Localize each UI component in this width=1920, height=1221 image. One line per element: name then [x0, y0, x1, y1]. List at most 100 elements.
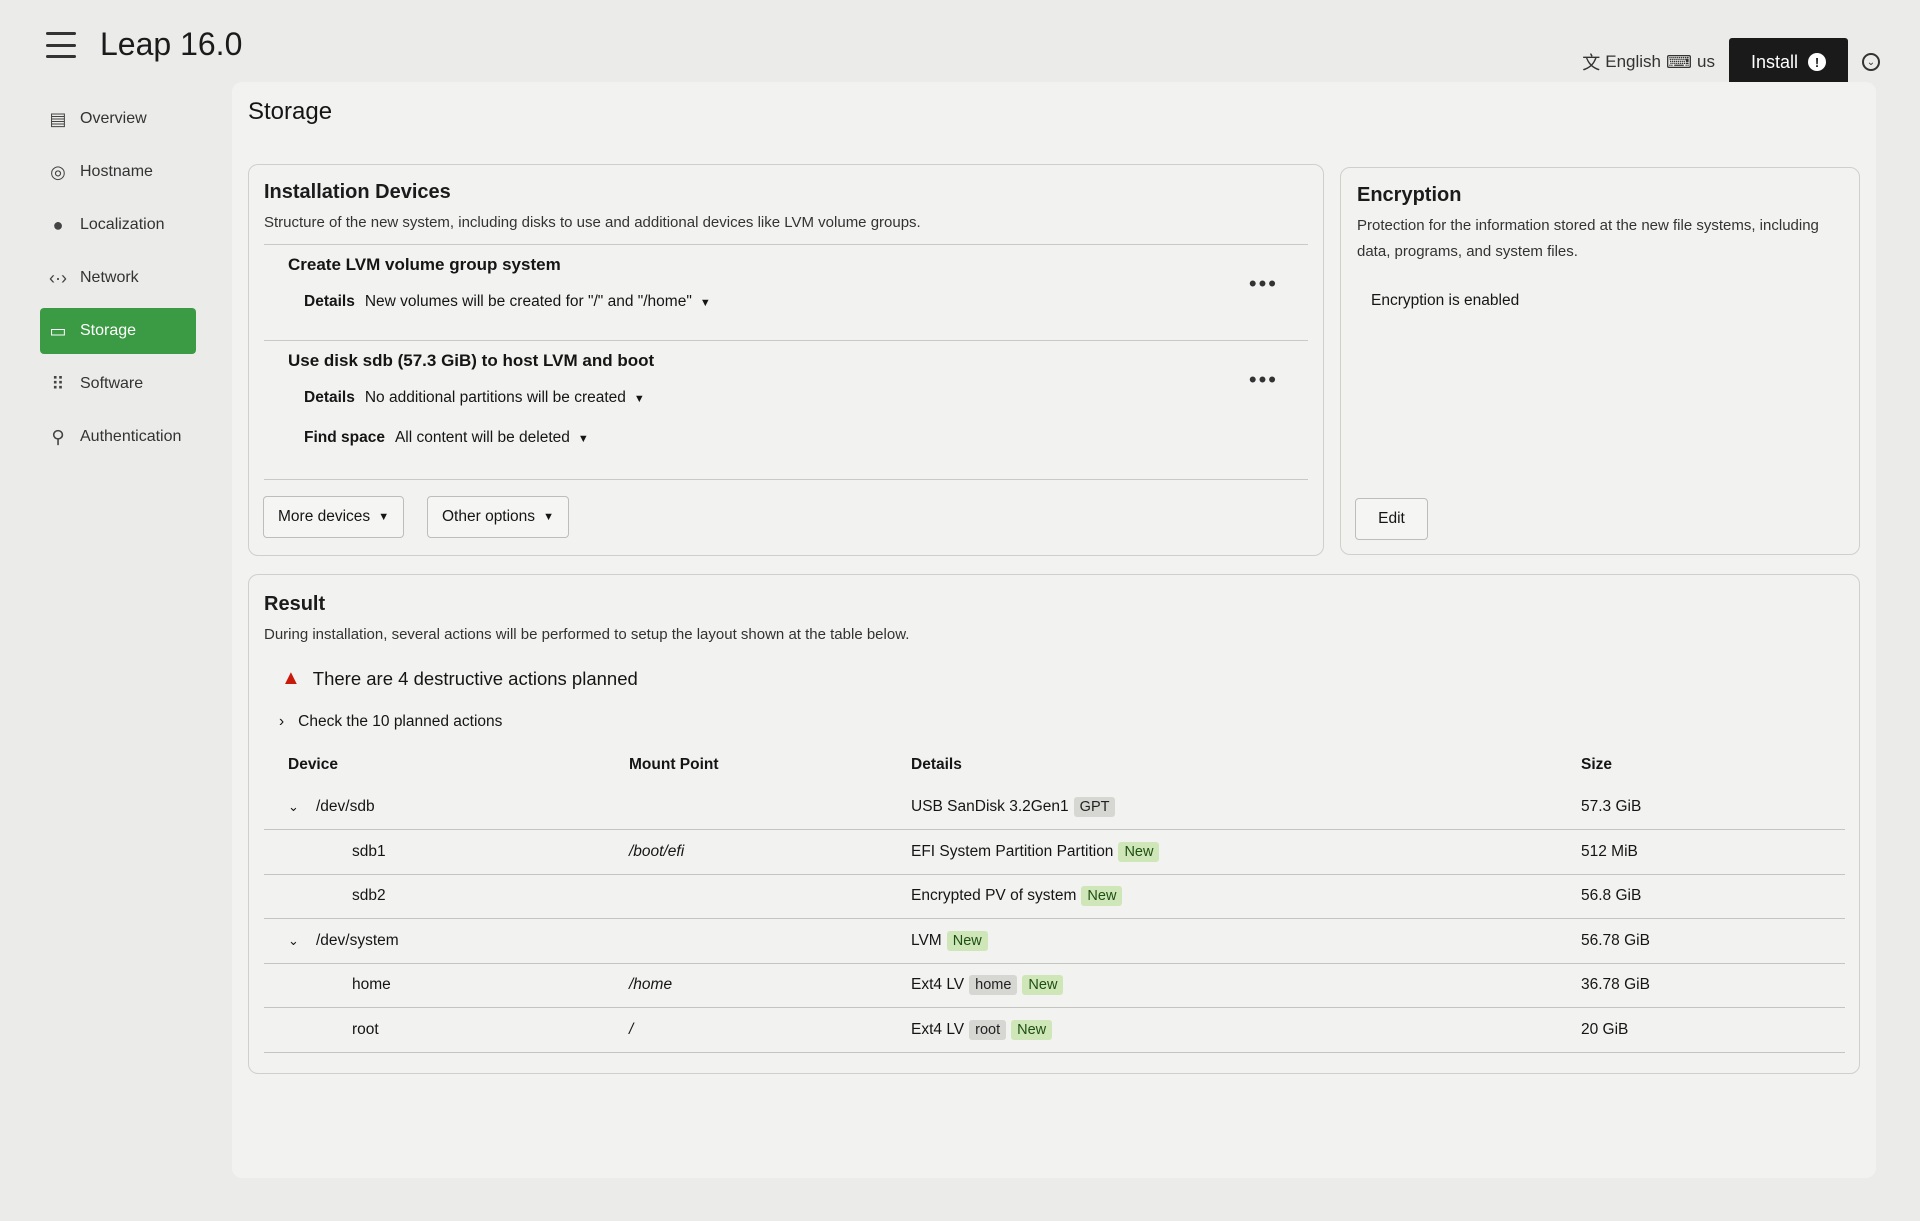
sidebar-item-label: Network — [80, 269, 139, 286]
result-title: Result — [264, 593, 326, 615]
tag-gpt: GPT — [1073, 797, 1116, 817]
kebab-menu-icon[interactable]: ••• — [1249, 367, 1278, 393]
alert-icon: ! — [1808, 53, 1826, 71]
sidebar-item-network[interactable]: ‹·› Network — [40, 255, 196, 301]
keyboard-label: us — [1697, 52, 1715, 71]
sidebar-item-label: Hostname — [80, 163, 153, 180]
keyboard-icon: ⌨ — [1666, 51, 1692, 72]
table-row: ⌄ /dev/system LVM New 56.78 GiB — [264, 918, 1845, 964]
column-device: Device — [288, 756, 338, 773]
tag-new: New — [946, 930, 988, 951]
sidebar-item-authentication[interactable]: ⚲ Authentication — [40, 414, 196, 460]
sidebar-item-hostname[interactable]: ◎ Hostname — [40, 149, 196, 195]
details-value[interactable]: No additional partitions will be created… — [365, 389, 645, 407]
caret-down-icon: ▼ — [577, 433, 589, 445]
table-row: root / Ext4 LV root New 20 GiB — [264, 1007, 1845, 1053]
step-use-disk: Use disk sdb (57.3 GiB) to host LVM and … — [264, 340, 1308, 479]
table-row: sdb2 Encrypted PV of system New 56.8 GiB — [264, 874, 1845, 919]
column-size: Size — [1581, 756, 1613, 773]
tag-new: New — [1022, 975, 1064, 996]
size: 36.78 GiB — [1581, 963, 1845, 1008]
install-button[interactable]: Install ! — [1728, 38, 1848, 86]
menu-icon[interactable] — [46, 32, 76, 58]
device-name: /dev/system — [316, 931, 399, 949]
size: 56.78 GiB — [1581, 918, 1845, 964]
table-row: ⌄ /dev/sdb USB SanDisk 3.2Gen1 GPT 57.3 Gi… — [264, 785, 1845, 830]
header-actions: 文 English ⌨ us Install ! ⌄ — [1582, 38, 1880, 86]
encryption-title: Encryption — [1357, 184, 1462, 206]
kebab-menu-icon[interactable]: ••• — [1249, 271, 1278, 297]
chevron-down-icon[interactable]: ⌄ — [288, 933, 302, 949]
find-space-row: Find space All content will be deleted ▼ — [304, 429, 1308, 447]
details-text: Ext4 LV — [911, 1020, 965, 1038]
planned-actions-toggle[interactable]: › Check the 10 planned actions — [279, 713, 502, 731]
sidebar: ▤ Overview ◎ Hostname ● Localization ‹·›… — [40, 96, 196, 467]
tag-new: New — [1118, 841, 1160, 862]
step-divider — [264, 479, 1308, 480]
size: 57.3 GiB — [1581, 785, 1845, 830]
translate-icon: 文 — [1582, 53, 1601, 73]
tag-home: home — [969, 975, 1018, 996]
sidebar-item-localization[interactable]: ● Localization — [40, 202, 196, 248]
mount-point: /home — [629, 963, 911, 1008]
other-options-button[interactable]: Other options ▼ — [427, 496, 569, 538]
encryption-edit-button[interactable]: Edit — [1355, 498, 1428, 540]
device-name: /dev/sdb — [316, 798, 375, 815]
device-name: sdb2 — [352, 887, 386, 905]
app-title: Leap 16.0 — [100, 26, 243, 62]
warning-icon: ▲ — [281, 667, 301, 689]
installer-window: Leap 16.0 文 English ⌨ us Install ! ⌄ ▤ O… — [0, 0, 1920, 1221]
planned-actions-label: Check the 10 planned actions — [298, 713, 503, 730]
sidebar-item-label: Storage — [80, 322, 137, 339]
details-row: Details New volumes will be created for … — [304, 293, 1308, 311]
size: 512 MiB — [1581, 829, 1845, 875]
chevron-down-circle-icon[interactable]: ⌄ — [1862, 53, 1880, 71]
more-devices-label: More devices — [278, 508, 371, 525]
details-text: USB SanDisk 3.2Gen1 — [911, 798, 1069, 816]
encryption-card: Encryption Protection for the informatio… — [1340, 167, 1860, 555]
other-options-label: Other options — [442, 508, 536, 525]
page-title: Storage — [248, 98, 333, 125]
caret-down-icon: ▼ — [699, 297, 711, 309]
user-key-icon: ⚲ — [51, 426, 65, 447]
details-value[interactable]: New volumes will be created for "/" and … — [365, 293, 711, 311]
details-text: Ext4 LV — [911, 976, 965, 994]
sidebar-item-storage[interactable]: ▭ Storage — [40, 308, 196, 354]
details-value-text: New volumes will be created for "/" and … — [364, 293, 692, 310]
sidebar-item-software[interactable]: ⠿ Software — [40, 361, 196, 407]
sidebar-item-overview[interactable]: ▤ Overview — [40, 96, 196, 142]
tag-new: New — [1011, 1019, 1053, 1040]
tag-root: root — [969, 1019, 1007, 1040]
more-devices-button[interactable]: More devices ▼ — [263, 496, 405, 538]
installation-devices-card: Installation Devices Structure of the ne… — [248, 164, 1324, 556]
caret-down-icon: ▼ — [633, 393, 645, 405]
sidebar-item-label: Authentication — [80, 428, 182, 445]
language-label: English — [1605, 52, 1662, 71]
mount-point — [629, 874, 911, 919]
mount-point — [629, 918, 911, 964]
column-mount-point: Mount Point — [629, 756, 719, 773]
main-content: Storage Installation Devices Structure o… — [232, 82, 1876, 1178]
globe-icon: ● — [52, 214, 64, 235]
device-name: home — [352, 976, 391, 994]
chevron-down-icon[interactable]: ⌄ — [288, 799, 302, 815]
details-value-text: No additional partitions will be created — [364, 389, 626, 406]
destructive-warning: ▲ There are 4 destructive actions planne… — [281, 667, 638, 690]
storage-icon: ▭ — [49, 320, 67, 341]
step-title: Use disk sdb (57.3 GiB) to host LVM and … — [288, 351, 655, 370]
caret-down-icon: ▼ — [543, 511, 554, 523]
step-create-lvm: Create LVM volume group system ••• Detai… — [264, 244, 1308, 340]
size: 56.8 GiB — [1581, 874, 1845, 919]
row-details: USB SanDisk 3.2Gen1 GPT — [911, 785, 1581, 830]
tag-new: New — [1081, 886, 1123, 907]
mount-point: /boot/efi — [629, 829, 911, 875]
find-space-value[interactable]: All content will be deleted ▼ — [395, 429, 589, 447]
find-space-value-text: All content will be deleted — [394, 429, 570, 446]
caret-down-icon: ▼ — [378, 511, 390, 523]
sidebar-item-label: Localization — [80, 216, 165, 233]
language-selector[interactable]: 文 English ⌨ us — [1582, 49, 1715, 75]
encryption-description: Protection for the information stored at… — [1357, 217, 1819, 260]
grid-icon: ⠿ — [51, 373, 65, 394]
sidebar-item-label: Software — [80, 375, 144, 392]
network-icon: ‹·› — [49, 267, 67, 288]
